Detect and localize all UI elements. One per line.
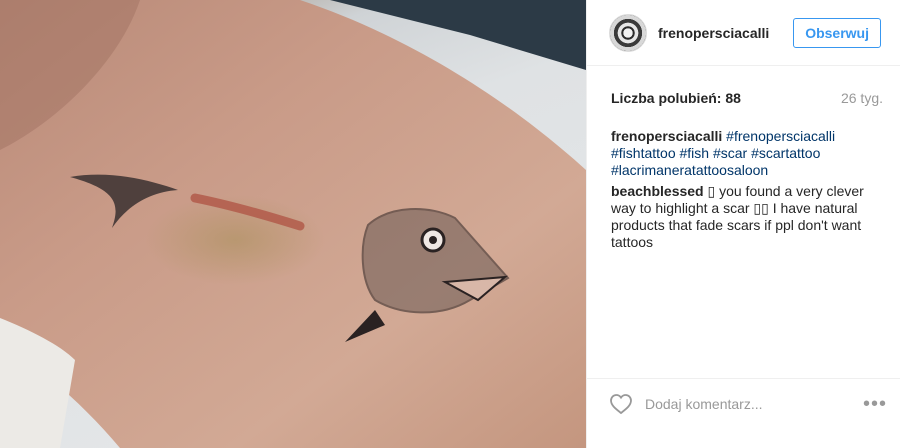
- post-header: frenopersciacalli Obserwuj: [587, 0, 900, 66]
- more-options-icon[interactable]: •••: [863, 394, 887, 414]
- hashtag[interactable]: #fish: [680, 145, 710, 161]
- tattoo-photo-illustration: [0, 0, 586, 448]
- comments-list: frenopersciacalli #frenopersciacalli #fi…: [611, 128, 883, 255]
- caption-username[interactable]: frenopersciacalli: [611, 128, 722, 144]
- hashtag[interactable]: #lacrimaneratattoosaloon: [611, 162, 768, 178]
- hashtag[interactable]: #fishtattoo: [611, 145, 676, 161]
- post-photo[interactable]: [0, 0, 586, 448]
- likes-row: Liczba polubień: 88 26 tyg.: [611, 90, 883, 106]
- comment-username[interactable]: beachblessed: [611, 183, 704, 199]
- comment: beachblessed ▯ you found a very clever w…: [611, 183, 883, 251]
- caption: frenopersciacalli #frenopersciacalli #fi…: [611, 128, 883, 179]
- post-sidebar: frenopersciacalli Obserwuj Liczba polubi…: [586, 0, 900, 448]
- hashtag[interactable]: #frenopersciacalli: [726, 128, 835, 144]
- follow-button[interactable]: Obserwuj: [793, 17, 881, 48]
- avatar[interactable]: [609, 13, 647, 52]
- author-username[interactable]: frenopersciacalli: [658, 25, 793, 41]
- hashtag[interactable]: #scar: [713, 145, 747, 161]
- post-age[interactable]: 26 tyg.: [841, 90, 883, 106]
- post-footer: •••: [587, 378, 900, 428]
- likes-count[interactable]: Liczba polubień: 88: [611, 90, 741, 106]
- heart-icon[interactable]: [609, 393, 633, 415]
- add-comment-input[interactable]: [645, 395, 863, 412]
- hashtag[interactable]: #scartattoo: [751, 145, 820, 161]
